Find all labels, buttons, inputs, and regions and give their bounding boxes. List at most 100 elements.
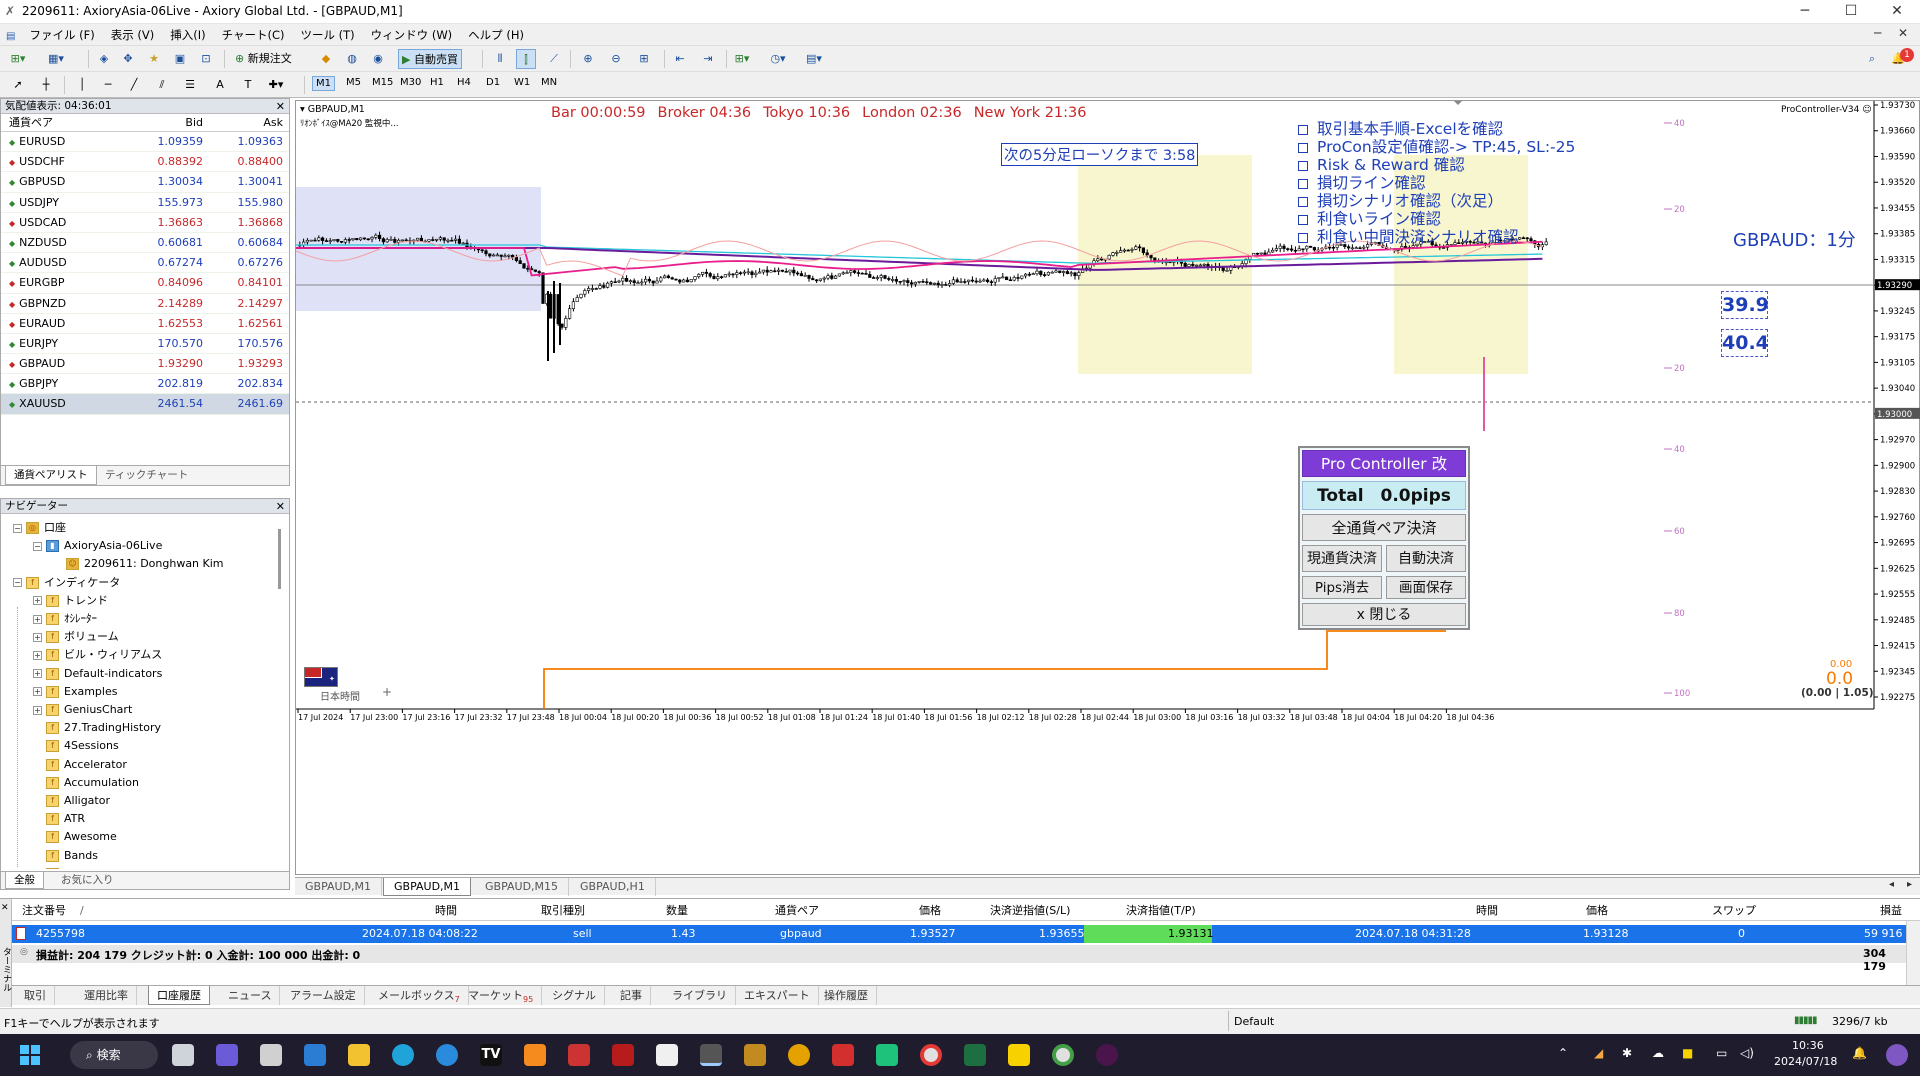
- chart-window[interactable]: 1.93730 1.93660 1.93590 1.93520 1.93455 1.933…: [295, 100, 1920, 875]
- printer-icon[interactable]: [260, 1044, 282, 1066]
- auto-close-button[interactable]: 自動決済: [1386, 545, 1466, 572]
- checklist-item[interactable]: Risk & Reward 確認: [1298, 156, 1575, 174]
- community-icon[interactable]: ◍: [342, 49, 362, 69]
- text-label-icon[interactable]: T: [238, 75, 258, 95]
- lock-app-icon[interactable]: [832, 1044, 854, 1066]
- minimize-button[interactable]: ─: [1782, 0, 1828, 24]
- candlestick-icon[interactable]: ⫿: [516, 49, 536, 69]
- taskbar-search[interactable]: ⌕ 検索: [70, 1041, 158, 1069]
- templates-icon[interactable]: ▤▾: [804, 49, 824, 69]
- header-profit[interactable]: 損益: [1880, 901, 1902, 921]
- tab-common[interactable]: 全般: [5, 872, 44, 889]
- tree-item[interactable]: − f インディケータ: [13, 574, 120, 592]
- terminal-tab[interactable]: 運用比率: [76, 986, 137, 1005]
- menu-chart[interactable]: チャート(C): [214, 24, 293, 46]
- close-current-pair-button[interactable]: 現通貨決済: [1302, 545, 1382, 572]
- tf-d1[interactable]: D1: [486, 77, 500, 88]
- checklist-item[interactable]: 損切シナリオ確認（次足）: [1298, 192, 1575, 210]
- tree-item[interactable]: f 4Sessions: [33, 737, 119, 755]
- tree-item[interactable]: − ▮ AxioryAsia-06Live: [33, 537, 162, 555]
- list-item[interactable]: ◆ USDCAD 1.36863 1.36868: [1, 213, 289, 233]
- tray-notification-icon[interactable]: 🔔: [1852, 1046, 1867, 1060]
- tree-item[interactable]: ☺ 2209611: Donghwan Kim: [53, 555, 224, 573]
- mdi-close-button[interactable]: ✕: [1898, 26, 1908, 40]
- app-icon-sun[interactable]: [788, 1044, 810, 1066]
- table-row[interactable]: 4255798 2024.07.18 04:08:22 sell 1.43 gb…: [12, 925, 1906, 943]
- tree-item[interactable]: + f トレンド: [33, 592, 108, 610]
- tray-cloud-icon[interactable]: ☁: [1652, 1046, 1664, 1060]
- terminal-tab[interactable]: ライブラリ: [664, 986, 736, 1005]
- clear-pips-button[interactable]: Pips消去: [1302, 576, 1382, 599]
- expand-icon[interactable]: +: [33, 614, 42, 624]
- strategy-tester-icon[interactable]: ⊡: [196, 49, 216, 69]
- checklist-item[interactable]: ProCon設定値確認-> TP:45, SL:-25: [1298, 138, 1575, 156]
- checkbox-icon[interactable]: [1298, 215, 1308, 225]
- list-item[interactable]: ◆ NZDUSD 0.60681 0.60684: [1, 233, 289, 254]
- channel-icon[interactable]: ⫽: [152, 75, 172, 95]
- terminal-tab[interactable]: マーケット95: [460, 986, 543, 1005]
- tree-item[interactable]: f Awesome: [33, 828, 117, 846]
- collapse-icon[interactable]: −: [13, 523, 22, 533]
- close-icon[interactable]: ✕: [276, 499, 285, 514]
- tree-item[interactable]: + f ｵｼﾚｰﾀｰ: [33, 610, 97, 628]
- expand-icon[interactable]: +: [33, 687, 42, 697]
- bar-chart-icon[interactable]: ⫴: [490, 49, 510, 69]
- tile-windows-icon[interactable]: ⊞: [634, 49, 654, 69]
- indicators-icon[interactable]: ⊞▾: [732, 49, 752, 69]
- list-item[interactable]: ◆ GBPUSD 1.30034 1.30041: [1, 172, 289, 193]
- file-explorer-icon[interactable]: [348, 1044, 370, 1066]
- header-close-time[interactable]: 時間: [1476, 901, 1498, 921]
- tradingview-icon[interactable]: TV: [480, 1044, 502, 1066]
- terminal-tab[interactable]: メールボックス7: [370, 986, 469, 1005]
- menu-window[interactable]: ウィンドウ (W): [363, 24, 461, 46]
- tray-network-icon[interactable]: ▭: [1716, 1046, 1727, 1060]
- windows-start-icon[interactable]: [20, 1045, 40, 1065]
- app-icon-gold[interactable]: [744, 1044, 766, 1066]
- checkbox-icon[interactable]: [1298, 143, 1308, 153]
- autoscroll-icon[interactable]: ⇥: [698, 49, 718, 69]
- list-item[interactable]: ◆ USDCHF 0.88392 0.88400: [1, 152, 289, 173]
- terminal-tab[interactable]: 操作履歴: [816, 986, 877, 1005]
- tree-item[interactable]: f Alligator: [33, 792, 110, 810]
- maximize-button[interactable]: ☐: [1828, 0, 1874, 24]
- tf-h4[interactable]: H4: [457, 77, 471, 88]
- menu-view[interactable]: 表示 (V): [103, 24, 163, 46]
- chart-tab-3[interactable]: GBPAUD,M15: [475, 878, 570, 896]
- tf-w1[interactable]: W1: [514, 77, 530, 88]
- tray-bluetooth-icon[interactable]: ✱: [1622, 1046, 1632, 1060]
- pips-box-1[interactable]: 39.9: [1721, 291, 1769, 319]
- close-all-pairs-button[interactable]: 全通貨ペア決済: [1302, 514, 1466, 541]
- tab-scroll-right-icon[interactable]: ▸: [1907, 879, 1912, 890]
- taskbar-date[interactable]: 2024/07/18: [1774, 1055, 1837, 1068]
- expand-icon[interactable]: +: [33, 705, 42, 715]
- chart-tab-2[interactable]: GBPAUD,M1: [383, 878, 472, 896]
- checkbox-icon[interactable]: [1298, 233, 1308, 243]
- tf-m15[interactable]: M15: [372, 77, 393, 88]
- tree-item[interactable]: + f ビル・ウィリアムス: [33, 646, 162, 664]
- arrows-icon[interactable]: ✚▾: [266, 75, 286, 95]
- tab-tick-chart[interactable]: ティックチャート: [97, 466, 196, 485]
- price-chart[interactable]: 1.93730 1.93660 1.93590 1.93520 1.93455 1.933…: [296, 101, 1920, 876]
- profiles-icon[interactable]: ▦▾: [46, 49, 66, 69]
- list-item[interactable]: ◆ EURJPY 170.570 170.576: [1, 334, 289, 355]
- checkbox-icon[interactable]: [1298, 125, 1308, 135]
- zoom-in-icon[interactable]: ⊕: [578, 49, 598, 69]
- tree-item[interactable]: f Accelerator: [33, 756, 127, 774]
- kakaotalk-icon[interactable]: [1008, 1044, 1030, 1066]
- menu-tools[interactable]: ツール (T): [293, 24, 363, 46]
- filezilla-icon[interactable]: [612, 1044, 634, 1066]
- tray-chevron-icon[interactable]: ⌃: [1558, 1046, 1568, 1060]
- list-item[interactable]: ◆ EURAUD 1.62553 1.62561: [1, 314, 289, 334]
- header-close-price[interactable]: 価格: [1586, 901, 1608, 921]
- header-symbol[interactable]: 通貨ペア: [775, 901, 819, 921]
- tree-item[interactable]: + f Default-indicators: [33, 665, 162, 683]
- list-item[interactable]: ◆ GBPNZD 2.14289 2.14297: [1, 294, 289, 314]
- close-icon[interactable]: ✕: [1, 903, 9, 913]
- tf-m1[interactable]: M1: [312, 76, 335, 91]
- list-item[interactable]: ◆ EURUSD 1.09359 1.09363: [1, 132, 289, 153]
- header-sl[interactable]: 決済逆指値(S/L): [990, 901, 1070, 921]
- account-avatar[interactable]: [1886, 1044, 1908, 1066]
- app-icon-red[interactable]: [568, 1044, 590, 1066]
- edge-icon[interactable]: [392, 1044, 414, 1066]
- notepad-icon[interactable]: [656, 1044, 678, 1066]
